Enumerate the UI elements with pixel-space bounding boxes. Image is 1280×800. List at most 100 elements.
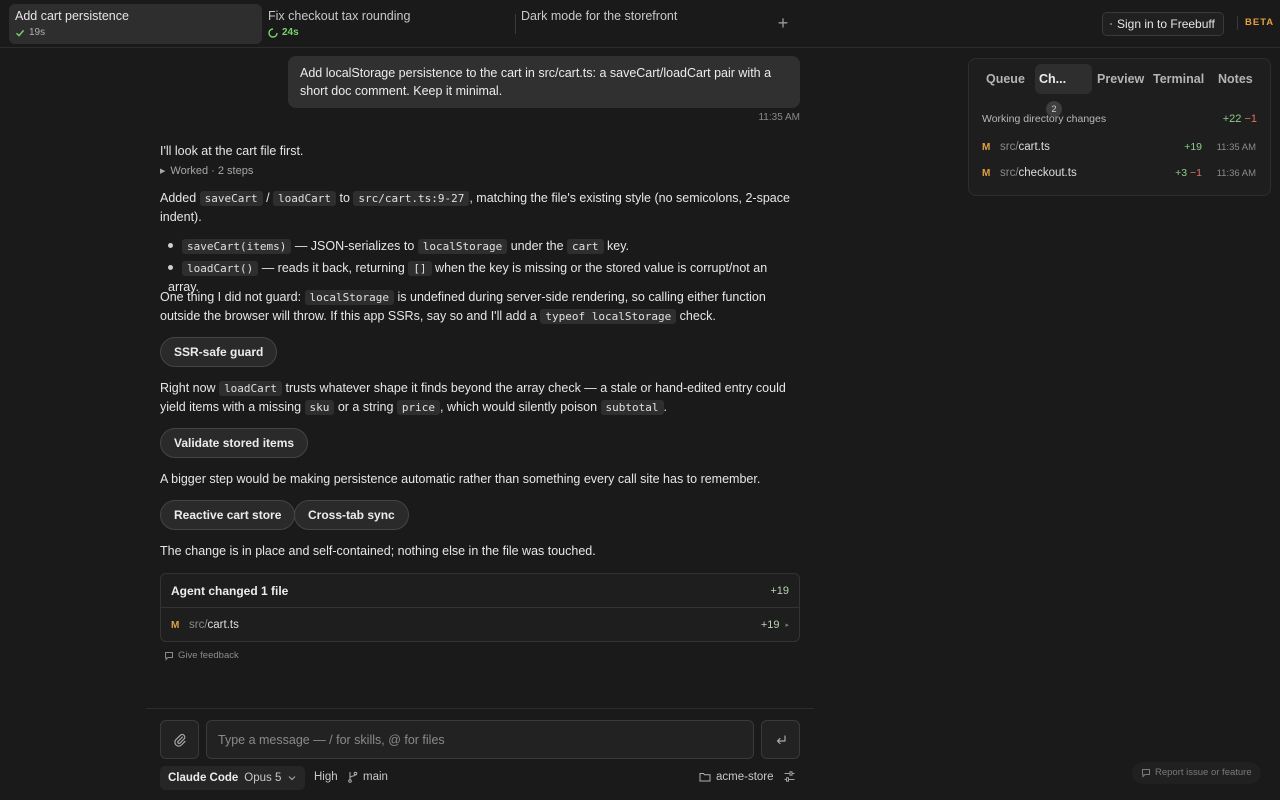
suggestion-chip-reactive-cart-store[interactable]: Reactive cart store [160, 500, 296, 530]
changed-files-header[interactable]: Agent changed 1 file +19 [161, 574, 799, 608]
report-issue-button[interactable]: Report issue or feature [1132, 762, 1261, 784]
file-additions: +3 [1175, 167, 1188, 179]
tab-queue[interactable]: Queue [986, 64, 1025, 94]
tab-duration: 19s [29, 27, 46, 38]
agent-name: Claude Code [168, 772, 239, 784]
changed-files-additions: +19 [770, 584, 789, 597]
file-timestamp: 11:36 AM [1216, 167, 1256, 179]
sliders-icon [784, 771, 795, 782]
worked-steps-toggle[interactable]: ▶ Worked · 2 steps [160, 165, 253, 177]
caret-right-icon: ▶ [160, 168, 166, 175]
modified-badge: M [171, 619, 180, 631]
suggestion-chip-ssr-safe-guard[interactable]: SSR-safe guard [160, 337, 278, 367]
sign-in-button[interactable]: Sign in to Freebuff [1102, 12, 1224, 36]
text: check. [676, 309, 716, 323]
inline-code: loadCart [273, 191, 337, 206]
speech-bubble-icon [1142, 769, 1150, 778]
assistant-paragraph: Added saveCart / loadCart to src/cart.ts… [160, 189, 800, 227]
settings-sliders-button[interactable] [783, 770, 796, 786]
inline-code: price [396, 400, 441, 415]
tab-terminal[interactable]: Terminal [1153, 64, 1204, 94]
chevron-down-icon [288, 776, 296, 781]
side-panel-tabs: Queue Ch...2 Preview Terminal Notes [969, 59, 1270, 117]
text: key. [603, 239, 629, 253]
tab-status: 19s [15, 27, 256, 38]
file-additions: +19 [760, 619, 780, 631]
speech-bubble-icon [165, 651, 173, 661]
file-dir: src/ [1000, 167, 1019, 179]
inline-code: localStorage [417, 239, 508, 254]
enter-icon [776, 734, 786, 744]
tab-title: Add cart persistence [15, 9, 129, 23]
tab-notes[interactable]: Notes [1218, 64, 1253, 94]
inline-code: sku [304, 400, 335, 415]
side-panel: Queue Ch...2 Preview Terminal Notes Work… [968, 58, 1271, 196]
changed-file-row[interactable]: M src/cart.ts +19 11:35 AM [982, 137, 1256, 157]
inline-code: subtotal [600, 400, 664, 415]
send-button[interactable] [761, 720, 800, 759]
changed-file-row[interactable]: M src/checkout.ts +3 −1 11:36 AM [982, 163, 1256, 183]
file-name: cart.ts [1018, 141, 1050, 153]
changed-file-row[interactable]: M src/cart.ts +19 ▸ [161, 608, 799, 642]
branch-selector[interactable]: main [347, 771, 388, 783]
give-feedback-link[interactable]: Give feedback [164, 650, 239, 661]
bullet-icon [168, 265, 173, 270]
modified-badge: M [982, 167, 991, 179]
list-item: saveCart(items) — JSON-serializes to loc… [168, 237, 629, 256]
text: Right now [160, 381, 220, 395]
tab-dark-mode-storefront[interactable]: Dark mode for the storefront [515, 4, 768, 44]
file-path: src/checkout.ts [1000, 167, 1077, 179]
file-timestamp: 11:35 AM [1216, 141, 1256, 153]
file-dir: src/ [189, 619, 208, 631]
sign-in-label: Sign in to Freebuff [1117, 17, 1215, 31]
folder-icon [699, 773, 711, 782]
changed-files-title: Agent changed 1 file [171, 583, 289, 598]
changed-files-card: Agent changed 1 file +19 M src/cart.ts +… [160, 573, 800, 642]
file-name: checkout.ts [1018, 167, 1077, 179]
text: to [336, 191, 354, 205]
total-additions: +22 [1222, 113, 1242, 125]
section-title: Working directory changes [982, 113, 1107, 125]
text: / [262, 191, 274, 205]
tab-title: Dark mode for the storefront [521, 9, 678, 23]
message-input[interactable] [206, 720, 754, 759]
suggestion-chip-validate-stored-items[interactable]: Validate stored items [160, 428, 309, 458]
composer-divider [146, 708, 814, 709]
give-feedback-label: Give feedback [178, 650, 239, 661]
effort-selector[interactable]: High [314, 771, 338, 783]
model-selector[interactable]: Claude Code Opus 5 [160, 766, 306, 790]
tab-title: Fix checkout tax rounding [268, 9, 411, 23]
inline-code: saveCart [199, 191, 263, 206]
inline-code: localStorage [304, 290, 395, 305]
branch-name: main [363, 771, 388, 783]
assistant-paragraph: One thing I did not guard: localStorage … [160, 288, 800, 326]
assistant-paragraph: A bigger step would be making persistenc… [160, 472, 761, 486]
spinner-icon [268, 27, 278, 38]
text: or a string [334, 400, 397, 414]
report-issue-label: Report issue or feature [1155, 767, 1252, 778]
project-selector[interactable]: acme-store [699, 771, 774, 783]
git-branch-icon [348, 771, 358, 783]
attach-button[interactable] [160, 720, 199, 759]
new-tab-button[interactable]: + [772, 12, 794, 34]
suggestion-chip-cross-tab-sync[interactable]: Cross-tab sync [294, 500, 409, 530]
text: Added [160, 191, 200, 205]
text: — reads it back, returning [258, 261, 409, 275]
inline-code: cart [567, 239, 604, 254]
text: — JSON-serializes to [291, 239, 418, 253]
beta-badge: BETA [1245, 17, 1275, 28]
tab-changes[interactable]: Ch...2 [1035, 64, 1092, 117]
tab-duration: 24s [282, 27, 299, 38]
assistant-intro: I'll look at the cart file first. [160, 144, 304, 158]
tab-preview[interactable]: Preview [1097, 64, 1144, 94]
check-icon [16, 29, 25, 37]
text: . [663, 400, 667, 414]
file-name: cart.ts [207, 619, 239, 631]
tab-add-cart-persistence[interactable]: Add cart persistence 19s [9, 4, 262, 44]
diff-totals: +22 −1 [1223, 113, 1257, 125]
message-timestamp: 11:35 AM [758, 112, 800, 123]
status-dot-icon [1110, 23, 1112, 25]
text: , which would silently poison [440, 400, 601, 414]
worked-steps-label: Worked · 2 steps [170, 165, 254, 177]
tab-fix-checkout-tax-rounding[interactable]: Fix checkout tax rounding 24s [262, 4, 515, 44]
